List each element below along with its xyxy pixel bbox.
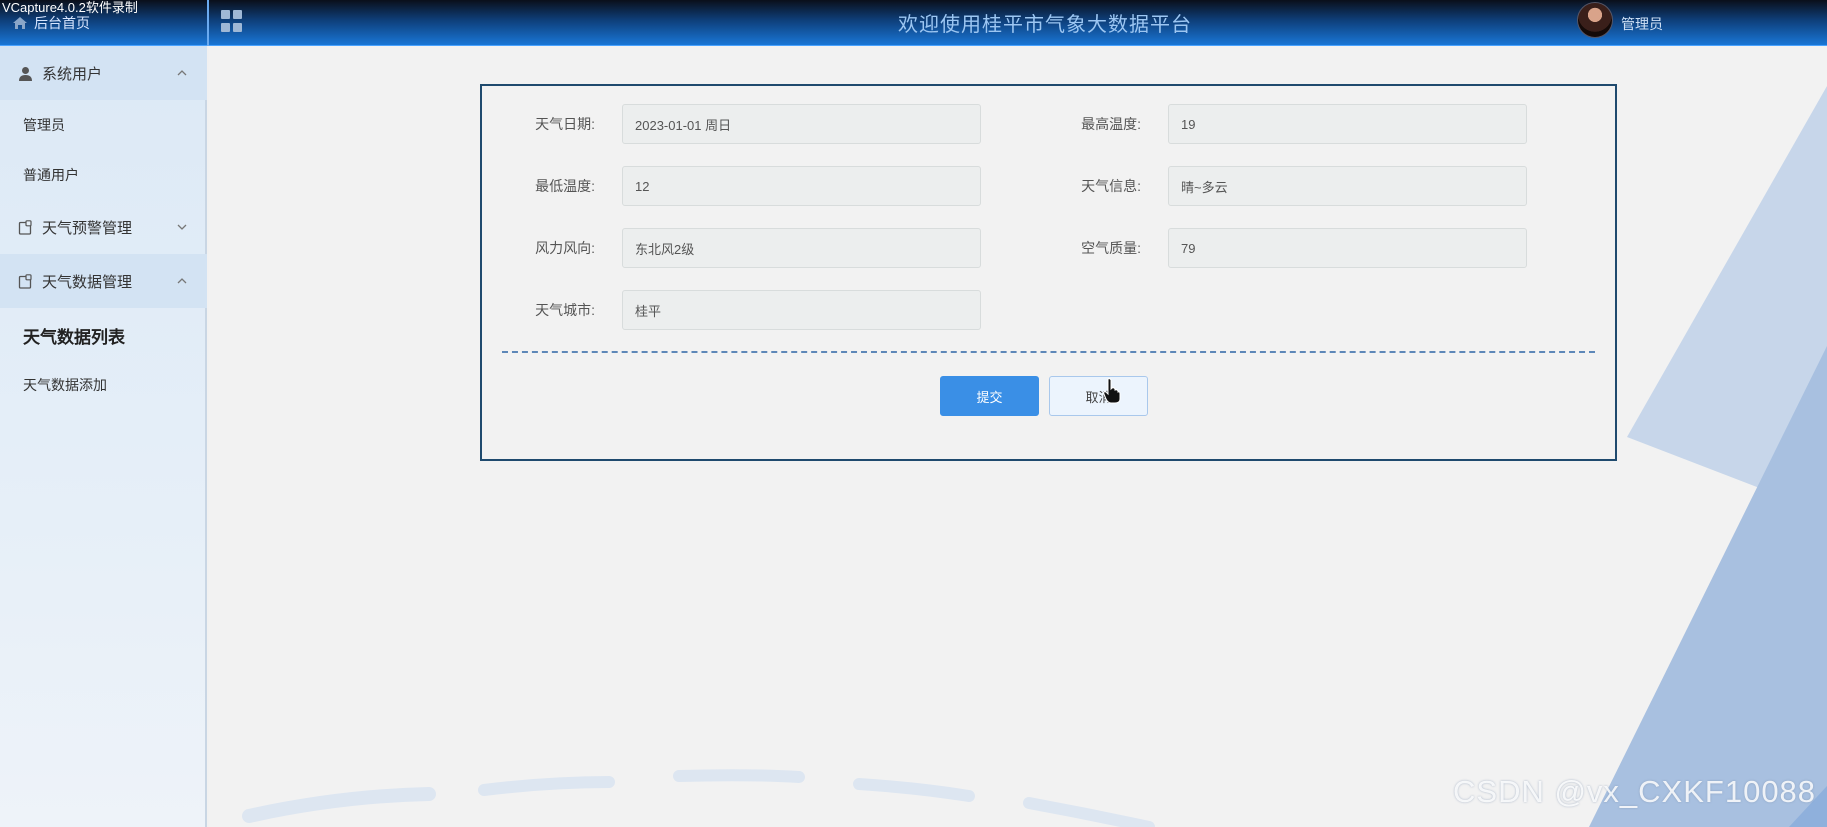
min-temp-input[interactable]: [622, 166, 981, 206]
air-quality-input[interactable]: [1168, 228, 1527, 268]
recorder-watermark: VCapture4.0.2软件录制: [2, 0, 138, 15]
user-icon: [19, 66, 32, 81]
weather-info-input[interactable]: [1168, 166, 1527, 206]
sidebar-group-weather-warning[interactable]: 天气预警管理: [0, 200, 207, 254]
city-input[interactable]: [622, 290, 981, 330]
form-divider: [502, 351, 1595, 353]
main-content: 天气日期: 最高温度: 最低温度: 天气信息: 风力风向: 空气质量: 天气城市…: [209, 46, 1827, 827]
field-label-air-quality: 空气质量:: [1081, 240, 1141, 256]
hand-cursor-icon: [1103, 378, 1121, 404]
field-label-max-temp: 最高温度:: [1081, 116, 1141, 132]
sidebar-group-label: 天气预警管理: [42, 219, 133, 237]
weather-detail-form: 天气日期: 最高温度: 最低温度: 天气信息: 风力风向: 空气质量: 天气城市…: [480, 84, 1617, 461]
sidebar-item-weather-data-add[interactable]: 天气数据添加: [0, 360, 207, 410]
sidebar-group-label: 天气数据管理: [42, 273, 133, 291]
wind-input[interactable]: [622, 228, 981, 268]
sidebar: 系统用户 管理员 普通用户 天气预警管理 天气数据管理 天气数据列表 天气数据添…: [0, 46, 207, 827]
user-name[interactable]: 管理员: [1621, 14, 1663, 34]
sidebar-group-system-users[interactable]: 系统用户: [0, 46, 207, 100]
submit-button[interactable]: 提交: [940, 376, 1039, 416]
field-label-weather-info: 天气信息:: [1081, 178, 1141, 194]
sidebar-item-label: 天气数据添加: [23, 377, 107, 393]
sidebar-item-label: 普通用户: [23, 167, 79, 183]
chevron-up-icon: [177, 278, 187, 284]
notebook-icon: [18, 273, 32, 289]
chevron-down-icon: [177, 224, 187, 230]
sidebar-group-weather-data[interactable]: 天气数据管理: [0, 254, 207, 308]
field-label-min-temp: 最低温度:: [535, 178, 595, 194]
sidebar-group-label: 系统用户: [42, 65, 103, 83]
notebook-icon: [18, 219, 32, 235]
max-temp-input[interactable]: [1168, 104, 1527, 144]
avatar[interactable]: [1577, 2, 1613, 38]
sidebar-item-normal-users[interactable]: 普通用户: [0, 150, 207, 200]
field-label-city: 天气城市:: [535, 302, 595, 318]
page-title: 欢迎使用桂平市气象大数据平台: [898, 14, 1192, 36]
cancel-button[interactable]: 取消: [1049, 376, 1148, 416]
sidebar-item-label: 天气数据列表: [23, 327, 125, 347]
sidebar-item-weather-data-list[interactable]: 天气数据列表: [0, 310, 207, 360]
top-header: 后台首页 欢迎使用桂平市气象大数据平台 管理员: [0, 0, 1827, 46]
weather-date-input[interactable]: [622, 104, 981, 144]
field-label-wind: 风力风向:: [535, 240, 595, 256]
sidebar-item-label: 管理员: [23, 117, 65, 133]
field-label-weather-date: 天气日期:: [535, 116, 595, 132]
chevron-up-icon: [177, 70, 187, 76]
csdn-watermark: CSDN @vx_CXKF10088: [1453, 774, 1817, 809]
sidebar-item-admin[interactable]: 管理员: [0, 100, 207, 150]
